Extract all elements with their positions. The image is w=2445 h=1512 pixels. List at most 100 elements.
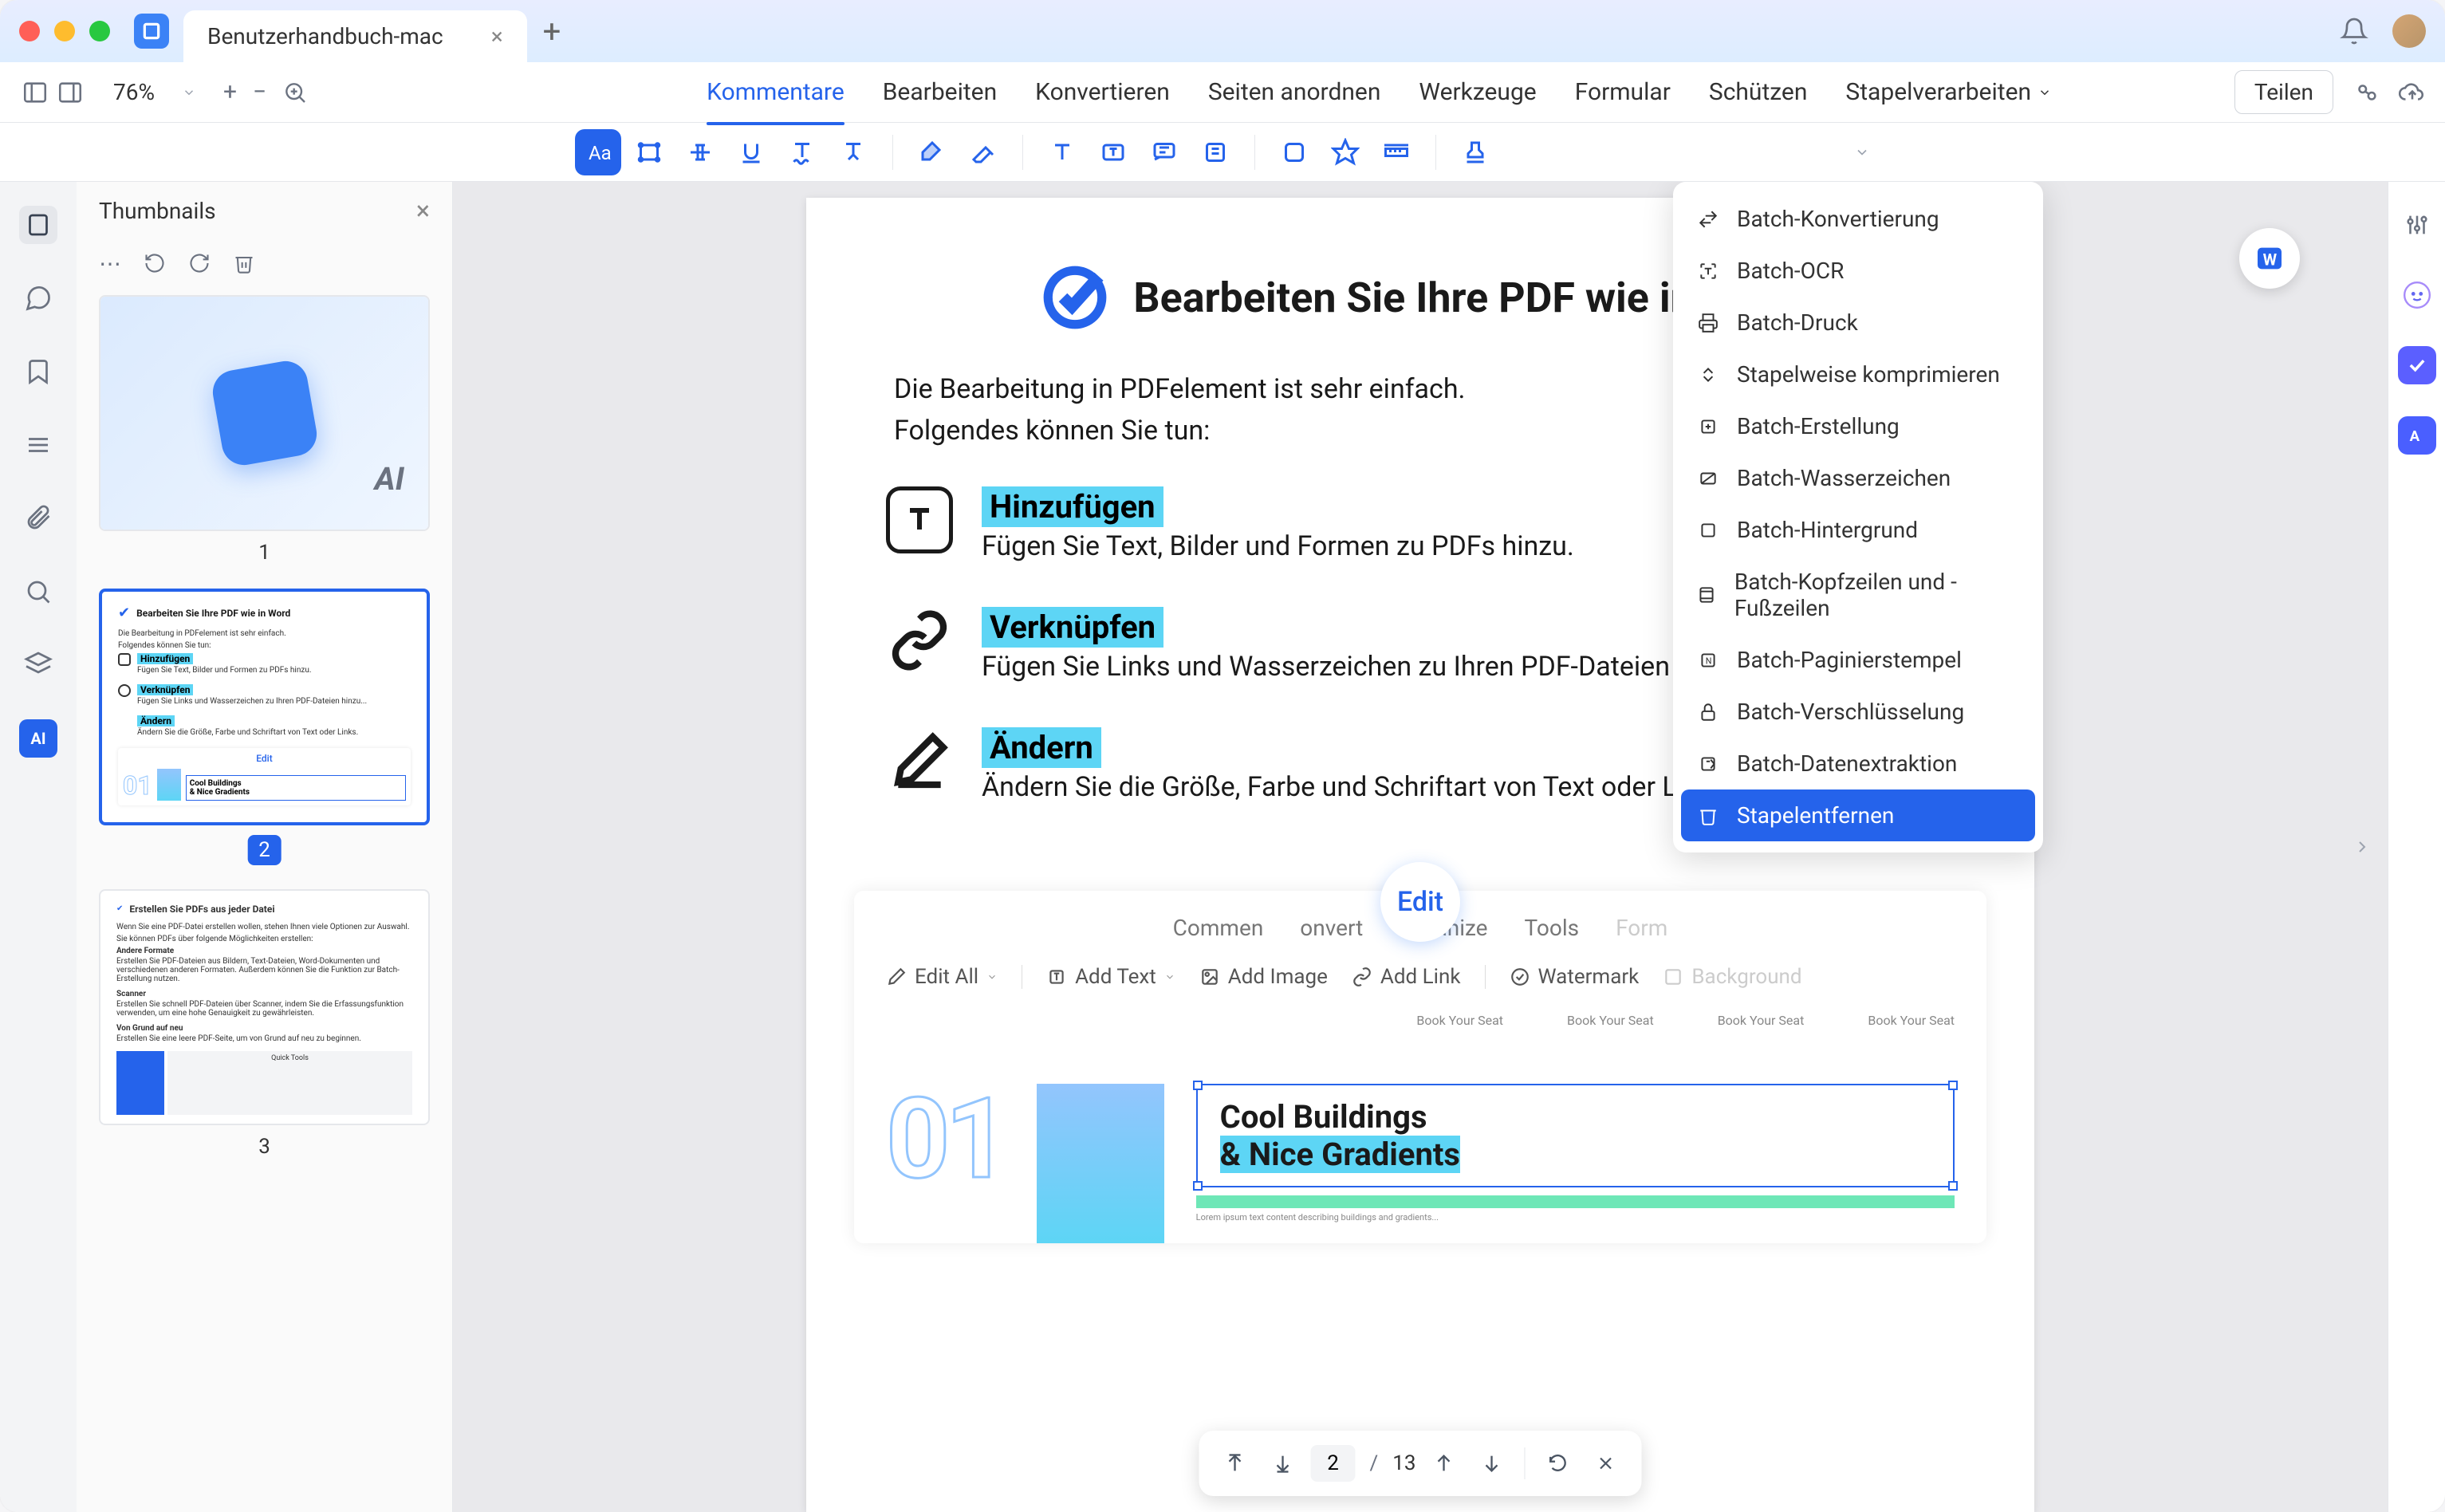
dropdown-stapelentfernen[interactable]: Stapelentfernen: [1681, 789, 2035, 841]
svg-text:Aa: Aa: [589, 142, 612, 164]
zoom-dropdown-icon[interactable]: [182, 85, 196, 100]
zoom-out-button[interactable]: −: [253, 78, 266, 106]
rail-layers[interactable]: [19, 426, 57, 464]
menu-stapelverarbeiten[interactable]: Stapelverarbeiten: [1845, 70, 2052, 114]
dropdown-batch-hintergrund[interactable]: Batch-Hintergrund: [1673, 504, 2043, 556]
tool-stamp[interactable]: [1452, 129, 1498, 175]
thumbnail-rotate-right-icon[interactable]: [188, 252, 211, 274]
tool-highlighter[interactable]: [909, 129, 955, 175]
nav-next-page[interactable]: [1471, 1443, 1511, 1483]
tool-text[interactable]: [1039, 129, 1085, 175]
dropdown-batch-kopfzeilen[interactable]: Batch-Kopfzeilen und -Fußzeilen: [1673, 556, 2043, 634]
nav-last-page[interactable]: [1263, 1443, 1303, 1483]
tool-eraser[interactable]: [960, 129, 1006, 175]
rail-search[interactable]: [19, 573, 57, 611]
feature-title: Ändern: [982, 727, 1101, 768]
thumbnail-delete-icon[interactable]: [233, 252, 255, 274]
tool-callout[interactable]: [1141, 129, 1187, 175]
thumbnail-panel-close[interactable]: ×: [416, 195, 430, 226]
dropdown-batch-paginierstempel[interactable]: NBatch-Paginierstempel: [1673, 634, 2043, 686]
tool-area-highlight[interactable]: [626, 129, 672, 175]
tool-shapes[interactable]: [1271, 129, 1317, 175]
toolbar-more-dropdown[interactable]: [1854, 144, 1870, 160]
thumbnail-number: 3: [99, 1135, 430, 1159]
fit-page-button[interactable]: [282, 80, 308, 105]
window-minimize-button[interactable]: [54, 21, 75, 41]
thumbnail-panel: Thumbnails × ⋯: [77, 182, 453, 1512]
zoom-in-button[interactable]: +: [223, 78, 237, 106]
nav-prev-page[interactable]: [1423, 1443, 1463, 1483]
sidebar-left-toggle[interactable]: [19, 77, 51, 108]
tool-strikethrough[interactable]: [677, 129, 723, 175]
dropdown-batch-druck[interactable]: Batch-Druck: [1673, 297, 2043, 348]
dropdown-batch-verschluesselung[interactable]: Batch-Verschlüsselung: [1673, 686, 2043, 738]
right-rail-ai-robot[interactable]: [2398, 276, 2436, 314]
thumbnail-page-1[interactable]: AI 1: [99, 295, 430, 565]
tool-squiggly[interactable]: [779, 129, 825, 175]
dropdown-stapelweise-komprimieren[interactable]: Stapelweise komprimieren: [1673, 348, 2043, 400]
window-close-button[interactable]: [19, 21, 40, 41]
tool-note[interactable]: [1192, 129, 1238, 175]
check-circle-icon: [1039, 262, 1111, 333]
menu-konvertieren[interactable]: Konvertieren: [1035, 70, 1170, 114]
menu-seiten-anordnen[interactable]: Seiten anordnen: [1208, 70, 1381, 114]
tool-highlight-text[interactable]: Aa: [575, 129, 621, 175]
rail-thumbnails[interactable]: [19, 206, 57, 244]
page-expand-arrow[interactable]: [2352, 837, 2372, 856]
menu-schuetzen[interactable]: Schützen: [1709, 70, 1808, 114]
left-rail: AI: [0, 182, 77, 1512]
rail-ai[interactable]: AI: [19, 719, 57, 758]
page-number-input[interactable]: [1311, 1445, 1356, 1482]
thumbnail-rotate-left-icon[interactable]: [144, 252, 166, 274]
menu-formular[interactable]: Formular: [1575, 70, 1671, 114]
titlebar: Benutzerhandbuch-mac × +: [0, 0, 2445, 62]
right-rail-settings[interactable]: [2398, 206, 2436, 244]
nav-undo[interactable]: [1537, 1443, 1577, 1483]
right-rail-verify[interactable]: [2398, 346, 2436, 384]
rail-attachments[interactable]: [19, 499, 57, 537]
right-rail: A: [2388, 182, 2445, 1512]
thumbnail-page-2[interactable]: ✔Bearbeiten Sie Ihre PDF wie in Word Die…: [99, 589, 430, 864]
tool-textbox[interactable]: [1090, 129, 1136, 175]
tool-caret[interactable]: [830, 129, 876, 175]
nav-close[interactable]: [1585, 1443, 1625, 1483]
tab-close-button[interactable]: ×: [491, 23, 503, 49]
share-button[interactable]: Teilen: [2234, 70, 2333, 114]
tool-measure[interactable]: [1373, 129, 1419, 175]
menu-werkzeuge[interactable]: Werkzeuge: [1419, 70, 1536, 114]
rail-bookmarks[interactable]: [19, 352, 57, 391]
thumbnail-more-icon[interactable]: ⋯: [99, 250, 121, 277]
dropdown-batch-ocr[interactable]: Batch-OCR: [1673, 245, 2043, 297]
bell-icon[interactable]: [2340, 17, 2368, 45]
collaborate-icon[interactable]: [2352, 79, 2380, 106]
avatar[interactable]: [2392, 14, 2426, 48]
menu-bearbeiten[interactable]: Bearbeiten: [883, 70, 997, 114]
tool-star[interactable]: [1322, 129, 1368, 175]
dropdown-batch-konvertierung[interactable]: Batch-Konvertierung: [1673, 193, 2043, 245]
dropdown-batch-datenextraktion[interactable]: Batch-Datenextraktion: [1673, 738, 2043, 789]
new-tab-button[interactable]: +: [543, 13, 561, 50]
page-total: 13: [1392, 1451, 1415, 1475]
rail-comments[interactable]: [19, 279, 57, 317]
window-maximize-button[interactable]: [89, 21, 110, 41]
document-tab[interactable]: Benutzerhandbuch-mac ×: [183, 10, 527, 62]
export-word-button[interactable]: W: [2239, 228, 2300, 289]
thumbnail-page-3[interactable]: ✔Erstellen Sie PDFs aus jeder Datei Wenn…: [99, 889, 430, 1159]
right-rail-translate[interactable]: A: [2398, 416, 2436, 455]
canvas[interactable]: Bearbeiten Sie Ihre PDF wie in Word Die …: [453, 182, 2388, 1512]
dropdown-batch-erstellung[interactable]: Batch-Erstellung: [1673, 400, 2043, 452]
cloud-upload-icon[interactable]: [2399, 79, 2426, 106]
sidebar-right-toggle[interactable]: [54, 77, 86, 108]
zoom-level[interactable]: 76%: [113, 79, 155, 105]
dropdown-batch-wasserzeichen[interactable]: Batch-Wasserzeichen: [1673, 452, 2043, 504]
tool-underline[interactable]: [728, 129, 774, 175]
chevron-down-icon: [2038, 85, 2052, 100]
edit-bubble: Edit: [1380, 862, 1460, 942]
thumbnail-number: 1: [99, 541, 430, 565]
menu-kommentare[interactable]: Kommentare: [707, 70, 845, 114]
rail-stack[interactable]: [19, 646, 57, 684]
menubar: 76% + − Kommentare Bearbeiten Konvertier…: [0, 62, 2445, 123]
app-icon: [134, 14, 169, 49]
text-icon: [886, 486, 953, 553]
nav-first-page[interactable]: [1215, 1443, 1255, 1483]
